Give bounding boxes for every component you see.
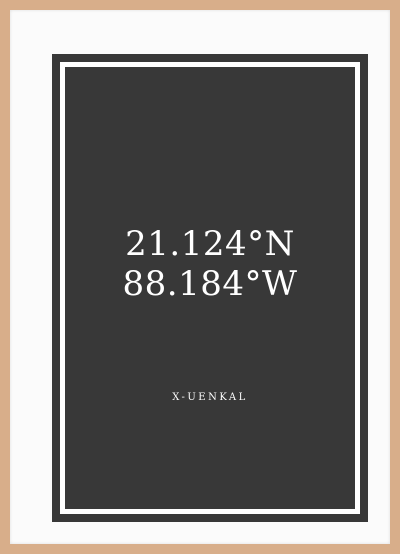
white-mat: 21.124°N 88.184°W X-UENKAL (10, 10, 390, 544)
coordinates-print: 21.124°N 88.184°W X-UENKAL (52, 54, 368, 522)
coordinates-block: 21.124°N 88.184°W (52, 224, 368, 304)
longitude-text: 88.184°W (122, 264, 298, 304)
latitude-text: 21.124°N (125, 224, 295, 264)
location-caption: X-UENKAL (172, 392, 248, 403)
